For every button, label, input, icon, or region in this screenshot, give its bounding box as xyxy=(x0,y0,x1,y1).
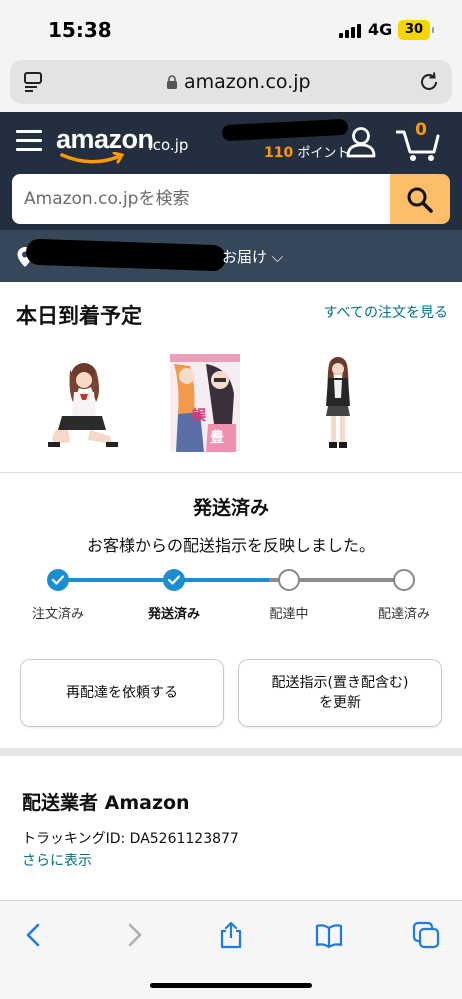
search-input[interactable] xyxy=(12,174,392,224)
deliver-to-label: お届け ⌵ xyxy=(222,248,284,266)
shipment-status-title: 発送済み xyxy=(192,497,269,519)
status-bar: 15:38 4G 30 xyxy=(0,0,462,60)
deliver-to-bar[interactable]: お届け ⌵ xyxy=(0,230,462,282)
svg-text:誤: 誤 xyxy=(192,407,207,424)
back-icon[interactable] xyxy=(20,921,48,949)
product-image-manga-cover[interactable]: 誤 豊 xyxy=(170,354,240,452)
logo-smile-icon xyxy=(60,152,125,164)
tracking-id: トラッキングID: DA5261123877 xyxy=(22,831,239,847)
product-image-figure-sitting[interactable] xyxy=(40,354,120,452)
tabs-icon[interactable] xyxy=(412,921,440,949)
menu-icon[interactable] xyxy=(16,130,42,152)
browser-address-area: amazon.co.jp xyxy=(0,56,462,112)
forward-icon[interactable] xyxy=(120,921,148,949)
progress-step-label: 配達済み xyxy=(377,607,430,622)
view-all-orders-link[interactable]: すべての注文を見る xyxy=(316,302,448,324)
logo-tld: .co.jp xyxy=(148,136,189,154)
update-delivery-instructions-button[interactable]: 配送指示(置き配含む) を更新 xyxy=(238,659,442,727)
carrier-title: 配送業者 Amazon xyxy=(22,792,190,814)
signal-icon xyxy=(339,24,363,38)
points-value: 110 xyxy=(264,145,294,161)
search-icon xyxy=(407,187,433,213)
share-icon[interactable] xyxy=(217,921,245,949)
bookmarks-icon[interactable] xyxy=(315,921,343,949)
address-bar[interactable]: amazon.co.jp xyxy=(10,60,452,104)
home-indicator xyxy=(150,983,312,988)
network-type: 4G xyxy=(368,20,393,39)
reader-mode-icon[interactable] xyxy=(24,72,42,92)
progress-step-label: 注文済み xyxy=(31,607,84,622)
reload-icon[interactable] xyxy=(418,71,440,93)
shipment-status-subtitle: お客様からの配送指示を反映しました。 xyxy=(86,536,375,555)
request-redelivery-button[interactable]: 再配達を依頼する xyxy=(20,659,224,727)
status-time: 15:38 xyxy=(48,18,112,42)
logo-wordmark: amazon xyxy=(56,124,154,154)
progress-step-4-node xyxy=(393,569,415,591)
account-icon[interactable] xyxy=(346,126,376,158)
product-image-figure-standing[interactable] xyxy=(316,354,360,452)
lock-icon xyxy=(167,75,177,89)
show-more-link[interactable]: さらに表示 xyxy=(22,850,92,870)
progress-step-label: 配達中 xyxy=(269,607,309,622)
redacted-account-name xyxy=(221,118,349,142)
arriving-today-title: 本日到着予定 xyxy=(16,304,142,328)
url-text[interactable]: amazon.co.jp xyxy=(184,71,311,93)
svg-text:豊: 豊 xyxy=(210,429,224,446)
amazon-logo[interactable]: amazon .co.jp xyxy=(56,122,196,166)
progress-step-2-check-icon xyxy=(163,569,185,591)
battery-icon: 30 xyxy=(398,20,434,40)
progress-step-label: 発送済み xyxy=(147,607,200,622)
section-divider-thick xyxy=(0,748,462,756)
progress-step-3-node xyxy=(278,569,300,591)
progress-step-1-check-icon xyxy=(47,569,69,591)
search-bar xyxy=(0,174,462,230)
section-divider xyxy=(0,472,462,473)
cart-count: 0 xyxy=(415,120,427,140)
points-display[interactable]: 110 ポイント xyxy=(264,142,349,161)
amazon-header: amazon .co.jp 110 ポイント 0 xyxy=(0,112,462,174)
cart-button[interactable]: 0 xyxy=(395,120,440,162)
search-button[interactable] xyxy=(390,174,450,224)
points-label: ポイント xyxy=(297,146,350,161)
redacted-address xyxy=(25,238,227,272)
